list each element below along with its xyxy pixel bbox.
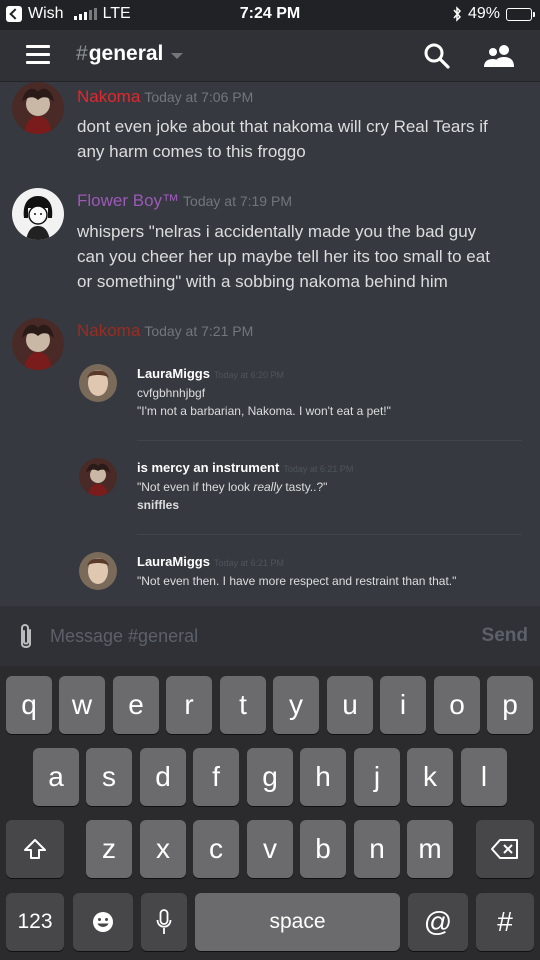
key-t[interactable]: t xyxy=(220,676,266,734)
channel-header: # general xyxy=(0,30,540,82)
embedded-timestamp: Today at 6:21 PM xyxy=(213,558,285,568)
embedded-line: "Not even if they look really tasty..?" xyxy=(137,480,327,494)
key-z[interactable]: z xyxy=(86,820,132,878)
embedded-line: sniffles xyxy=(137,498,180,512)
key-i[interactable]: i xyxy=(380,676,426,734)
author-name[interactable]: Nakoma xyxy=(77,87,140,106)
avatar xyxy=(79,552,117,590)
emoji-key[interactable] xyxy=(73,893,133,951)
avatar[interactable] xyxy=(12,188,64,240)
key-x[interactable]: x xyxy=(140,820,186,878)
hamburger-icon[interactable] xyxy=(26,45,50,65)
timestamp: Today at 7:19 PM xyxy=(183,193,292,209)
bluetooth-icon xyxy=(453,6,461,22)
message-content: dont even joke about that nakoma will cr… xyxy=(77,114,527,164)
embedded-emphasis: really xyxy=(253,480,283,494)
key-r[interactable]: r xyxy=(166,676,212,734)
message-composer: Send xyxy=(0,606,540,666)
key-o[interactable]: o xyxy=(434,676,480,734)
embedded-line: "Not even then. I have more respect and … xyxy=(137,574,457,588)
avatar[interactable] xyxy=(12,82,64,134)
timestamp: Today at 7:06 PM xyxy=(144,89,254,105)
key-k[interactable]: k xyxy=(407,748,453,806)
search-icon[interactable] xyxy=(423,42,451,70)
message-line: whispers "nelras i accidentally made you… xyxy=(77,222,477,241)
embedded-timestamp: Today at 6:20 PM xyxy=(213,370,285,380)
embedded-author-name: LauraMiggs xyxy=(137,554,210,569)
embedded-author: LauraMiggs Today at 6:21 PM xyxy=(137,554,284,569)
chevron-down-icon xyxy=(171,52,184,59)
keyboard: q w e r t y u i o p a s d f g h j k l z … xyxy=(0,666,540,960)
key-p[interactable]: p xyxy=(487,676,533,734)
shift-key[interactable] xyxy=(6,820,64,878)
channel-name: general xyxy=(88,42,164,65)
message-header: Flower Boy™ Today at 7:19 PM xyxy=(77,191,292,211)
key-g[interactable]: g xyxy=(247,748,293,806)
author-name[interactable]: Flower Boy™ xyxy=(77,191,179,210)
message-line: dont even joke about that nakoma will cr… xyxy=(77,117,488,136)
embedded-screenshot[interactable]: LauraMiggs Today at 6:20 PM cvfgbhnhjbgf … xyxy=(77,354,527,606)
shift-icon xyxy=(24,839,46,859)
key-u[interactable]: u xyxy=(327,676,373,734)
key-h[interactable]: h xyxy=(300,748,346,806)
message-list[interactable]: Nakoma Today at 7:06 PM dont even joke ab… xyxy=(0,82,540,606)
space-key[interactable]: space xyxy=(195,893,400,951)
message-line: can you cheer her up maybe tell her its … xyxy=(77,247,490,266)
divider xyxy=(137,534,522,535)
message-header: Nakoma Today at 7:06 PM xyxy=(77,87,253,107)
embedded-text: tasty..?" xyxy=(282,480,328,494)
channel-hash: # xyxy=(76,42,88,65)
key-v[interactable]: v xyxy=(247,820,293,878)
embedded-line: cvfgbhnhjbgf xyxy=(137,386,206,400)
status-bar: Wish LTE 7:24 PM 49% xyxy=(0,0,540,30)
key-f[interactable]: f xyxy=(193,748,239,806)
key-s[interactable]: s xyxy=(86,748,132,806)
paperclip-icon[interactable] xyxy=(16,622,36,652)
key-q[interactable]: q xyxy=(6,676,52,734)
embedded-author-name: LauraMiggs xyxy=(137,366,210,381)
members-icon[interactable] xyxy=(482,44,516,68)
key-n[interactable]: n xyxy=(354,820,400,878)
key-m[interactable]: m xyxy=(407,820,453,878)
key-y[interactable]: y xyxy=(273,676,319,734)
key-e[interactable]: e xyxy=(113,676,159,734)
avatar xyxy=(79,364,117,402)
embedded-timestamp: Today at 6:21 PM xyxy=(283,464,354,474)
backspace-icon xyxy=(491,839,518,859)
battery-percent: 49% xyxy=(467,5,500,22)
message-line: or something" with a sobbing nakoma behi… xyxy=(77,272,448,291)
key-j[interactable]: j xyxy=(354,748,400,806)
message-input[interactable] xyxy=(50,620,470,652)
embedded-author: LauraMiggs Today at 6:20 PM xyxy=(137,366,284,381)
embedded-author: is mercy an instrument Today at 6:21 PM xyxy=(137,460,353,475)
key-c[interactable]: c xyxy=(193,820,239,878)
message-content: whispers "nelras i accidentally made you… xyxy=(77,219,527,294)
embedded-line: "I'm not a barbarian, Nakoma. I won't ea… xyxy=(137,404,391,418)
hash-key[interactable]: # xyxy=(476,893,534,951)
backspace-key[interactable] xyxy=(476,820,534,878)
emoji-icon xyxy=(93,912,113,932)
avatar[interactable] xyxy=(12,318,64,370)
key-l[interactable]: l xyxy=(461,748,507,806)
key-b[interactable]: b xyxy=(300,820,346,878)
message-header: Nakoma Today at 7:21 PM xyxy=(77,321,253,341)
timestamp: Today at 7:21 PM xyxy=(144,323,254,339)
at-key[interactable]: @ xyxy=(408,893,468,951)
battery-icon xyxy=(506,7,535,21)
avatar xyxy=(79,458,117,496)
divider xyxy=(137,440,522,441)
send-button[interactable]: Send xyxy=(482,625,528,647)
embedded-text: "Not even if they look xyxy=(137,480,254,494)
message-line: any harm comes to this froggo xyxy=(77,142,306,161)
channel-title[interactable]: # general xyxy=(76,42,184,66)
embedded-author-name: is mercy an instrument xyxy=(137,460,280,475)
microphone-icon xyxy=(156,909,172,934)
numbers-key[interactable]: 123 xyxy=(6,893,64,951)
author-name[interactable]: Nakoma xyxy=(77,321,140,340)
key-w[interactable]: w xyxy=(59,676,105,734)
mic-key[interactable] xyxy=(141,893,187,951)
key-a[interactable]: a xyxy=(33,748,79,806)
key-d[interactable]: d xyxy=(140,748,186,806)
